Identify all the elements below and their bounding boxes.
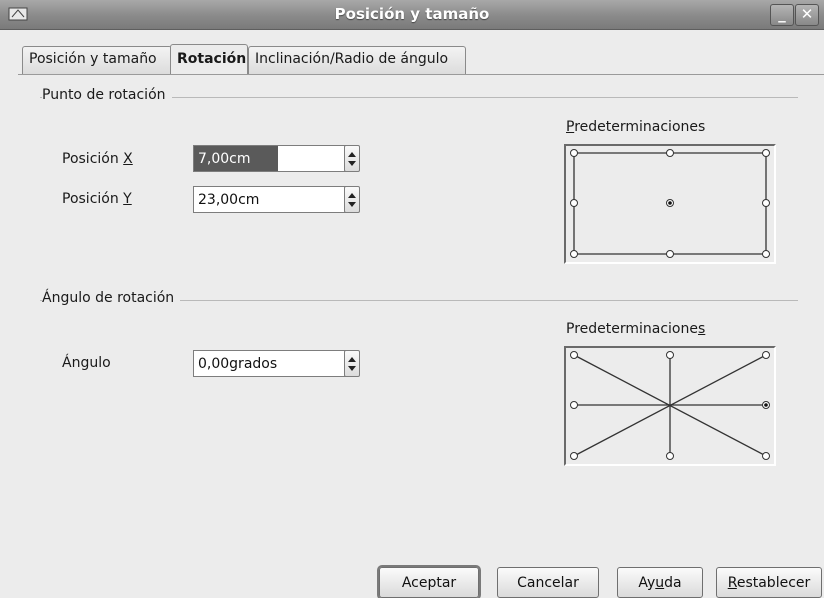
pos-x-spin-arrows[interactable]: [344, 145, 360, 172]
preset-top-left-radio[interactable]: [570, 149, 578, 157]
tab-posicion-tamano[interactable]: Posición y tamaño: [22, 46, 172, 74]
rotation-angle-preset-diagram: [570, 351, 770, 460]
angle-input[interactable]: [193, 350, 347, 377]
title-bar: Posición y tamaño _ ✕: [0, 0, 824, 30]
ok-button[interactable]: Aceptar: [379, 567, 479, 598]
angle-preset-90-radio[interactable]: [666, 351, 674, 359]
preset-bottom-right-radio[interactable]: [762, 250, 770, 258]
spin-down-icon[interactable]: [348, 202, 356, 207]
rotation-point-preset-control[interactable]: [564, 144, 776, 264]
preset-top-center-radio[interactable]: [666, 149, 674, 157]
preset-mid-right-radio[interactable]: [762, 199, 770, 207]
group-label-rotation-angle: Ángulo de rotación: [42, 290, 181, 306]
angle-preset-315-radio[interactable]: [762, 452, 770, 460]
angle-preset-270-radio[interactable]: [666, 452, 674, 460]
angle-preset-45-radio[interactable]: [762, 351, 770, 359]
tab-inclinacion[interactable]: Inclinación/Radio de ángulo: [248, 46, 466, 74]
pos-x-input[interactable]: [193, 145, 347, 172]
preset-top-right-radio[interactable]: [762, 149, 770, 157]
group-label-rotation-point: Punto de rotación: [42, 87, 172, 103]
pos-x-label: Posición X: [62, 151, 133, 167]
help-button[interactable]: Ayuda: [617, 567, 703, 598]
preset-bottom-left-radio[interactable]: [570, 250, 578, 258]
pos-y-input[interactable]: [193, 186, 347, 213]
spin-down-icon[interactable]: [348, 366, 356, 371]
angle-preset-135-radio[interactable]: [570, 351, 578, 359]
spin-up-icon[interactable]: [348, 152, 356, 157]
angle-label: Ángulo: [62, 355, 111, 371]
spin-up-icon[interactable]: [348, 193, 356, 198]
spin-down-icon[interactable]: [348, 161, 356, 166]
pos-y-label: Posición Y: [62, 191, 132, 207]
close-button[interactable]: ✕: [795, 4, 819, 26]
angle-preset-180-radio[interactable]: [570, 401, 578, 409]
rotation-angle-presets-label: Predeterminaciones: [566, 321, 706, 337]
preset-selected-dot: [668, 201, 672, 205]
cancel-button[interactable]: Cancelar: [497, 567, 599, 598]
reset-button[interactable]: Restablecer: [716, 567, 822, 598]
angle-spinbox[interactable]: [193, 350, 365, 377]
pos-y-spinbox[interactable]: [193, 186, 365, 213]
preset-mid-left-radio[interactable]: [570, 199, 578, 207]
pos-y-spin-arrows[interactable]: [344, 186, 360, 213]
tab-divider: [18, 74, 824, 75]
window-title: Posición y tamaño: [334, 5, 490, 23]
pos-x-spinbox[interactable]: [193, 145, 365, 172]
rotation-point-preset-diagram: [570, 149, 770, 258]
angle-preset-225-radio[interactable]: [570, 452, 578, 460]
rotation-point-presets-label: Predeterminaciones: [566, 119, 706, 135]
tab-rotacion[interactable]: Rotación: [170, 44, 248, 74]
spin-up-icon[interactable]: [348, 357, 356, 362]
angle-preset-selected-dot: [764, 403, 768, 407]
minimize-button[interactable]: _: [770, 4, 794, 26]
preset-bottom-center-radio[interactable]: [666, 250, 674, 258]
rotation-angle-preset-control[interactable]: [564, 346, 776, 466]
angle-spin-arrows[interactable]: [344, 350, 360, 377]
